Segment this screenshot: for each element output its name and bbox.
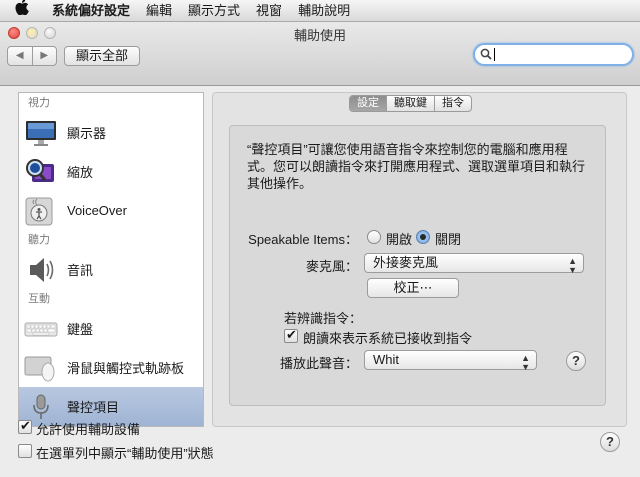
sidebar-item-label: VoiceOver [67,203,127,218]
back-button[interactable]: ◀ [8,47,32,65]
screen: 系統偏好設定 編輯 顯示方式 視窗 輔助說明 輔助使用 ◀ ▶ 顯示全部 視力 [0,0,640,477]
help-button[interactable]: ? [566,351,586,371]
section-header-interaction: 互動 [28,293,50,305]
microphone-popup[interactable]: 外接麥克風 ▲ ▼ [364,253,584,275]
search-field[interactable] [473,43,634,66]
microphone-popup-value: 外接麥克風 [373,255,439,270]
window-toolbar: 輔助使用 ◀ ▶ 顯示全部 [0,22,640,86]
speak-acknowledgement-checkbox[interactable] [284,327,298,343]
show-in-menu-bar-checkbox[interactable] [18,444,32,458]
menu-app-name[interactable]: 系統偏好設定 [44,0,138,22]
allow-assistive-devices-checkbox[interactable] [18,418,32,434]
tab-listening-key[interactable]: 聽取鍵 [386,96,434,111]
mouse-icon [24,356,55,381]
forward-button[interactable]: ▶ [31,47,57,65]
play-sound-popup[interactable]: Whit ▲ ▼ [364,350,537,372]
sidebar-item-label: 滑鼠與觸控式軌跡板 [67,361,185,376]
popup-arrows-icon: ▲ ▼ [521,353,530,372]
menu-bar: 系統偏好設定 編輯 顯示方式 視窗 輔助說明 [0,0,640,22]
search-input[interactable] [495,47,625,62]
play-sound-label: 播放此聲音： [279,356,358,371]
display-icon [26,120,56,146]
speakable-items-label: Speakable Items： [248,232,358,247]
keyboard-icon [24,322,58,336]
radio-on-label[interactable]: 開啟 [386,229,412,248]
menu-view[interactable]: 顯示方式 [180,0,248,22]
help-button[interactable]: ? [600,432,620,452]
sidebar-item-mouse-trackpad[interactable]: 滑鼠與觸控式軌跡板 [19,348,203,387]
back-forward-control: ◀ ▶ [7,46,57,66]
radio-off[interactable] [416,230,430,244]
microphone-label: 麥克風： [305,259,358,274]
tab-commands[interactable]: 指令 [434,96,471,111]
voiceover-icon [25,197,53,225]
speakable-items-description: “聲控項目”可讓您使用語音指令來控制您的電腦和應用程式。您可以朗讀指令來打開應用… [247,142,586,191]
sidebar-item-label: 音訊 [67,263,94,278]
back-arrow-icon: ◀ [15,50,24,61]
sidebar-item-audio[interactable]: 音訊 [19,250,203,289]
play-sound-popup-value: Whit [373,352,399,367]
sidebar-item-label: 縮放 [67,165,94,180]
tab-settings[interactable]: 設定 [350,96,386,111]
sidebar-item-label: 顯示器 [67,126,107,141]
menu-edit[interactable]: 編輯 [138,0,180,22]
speaker-icon [30,257,54,282]
zoom-icon [26,158,54,182]
if-recognized-label: 若辨識指令： [284,311,363,326]
apple-icon[interactable] [0,0,44,22]
preferences-window: 輔助使用 ◀ ▶ 顯示全部 視力 顯示器 縮放 VoiceOver 聽力 音訊 … [0,22,640,477]
sidebar-item-keyboard[interactable]: 鍵盤 [19,309,203,348]
popup-arrows-icon: ▲ ▼ [568,256,577,275]
sidebar-item-display[interactable]: 顯示器 [19,113,203,152]
forward-arrow-icon: ▶ [40,50,49,61]
sidebar-item-label: 聲控項目 [67,400,120,415]
radio-off-label[interactable]: 關閉 [435,229,461,248]
sidebar-item-voiceover[interactable]: VoiceOver [19,191,203,230]
microphone-icon [33,394,49,419]
allow-assistive-devices-label[interactable]: 允許使用輔助設備 [36,419,140,438]
window-title: 輔助使用 [293,28,346,43]
show-in-menu-bar-label[interactable]: 在選單列中顯示“輔助使用”狀態 [36,443,214,462]
menu-help[interactable]: 輔助說明 [290,0,358,22]
menu-window[interactable]: 視窗 [248,0,290,22]
speak-acknowledgement-label[interactable]: 朗讀來表示系統已接收到指令 [303,328,472,347]
calibrate-button[interactable]: 校正⋯ [367,278,459,298]
sidebar-item-zoom[interactable]: 縮放 [19,152,203,191]
accessibility-sidebar[interactable]: 視力 顯示器 縮放 VoiceOver 聽力 音訊 互動 鍵盤 滑鼠與觸控式軌跡… [18,92,204,427]
show-all-button[interactable]: 顯示全部 [64,46,140,66]
section-header-hearing: 聽力 [28,234,50,246]
section-header-vision: 視力 [28,97,50,109]
radio-on[interactable] [367,230,381,244]
search-icon [480,48,492,60]
tab-control: 設定 聽取鍵 指令 [349,95,472,112]
sidebar-item-label: 鍵盤 [67,322,94,337]
